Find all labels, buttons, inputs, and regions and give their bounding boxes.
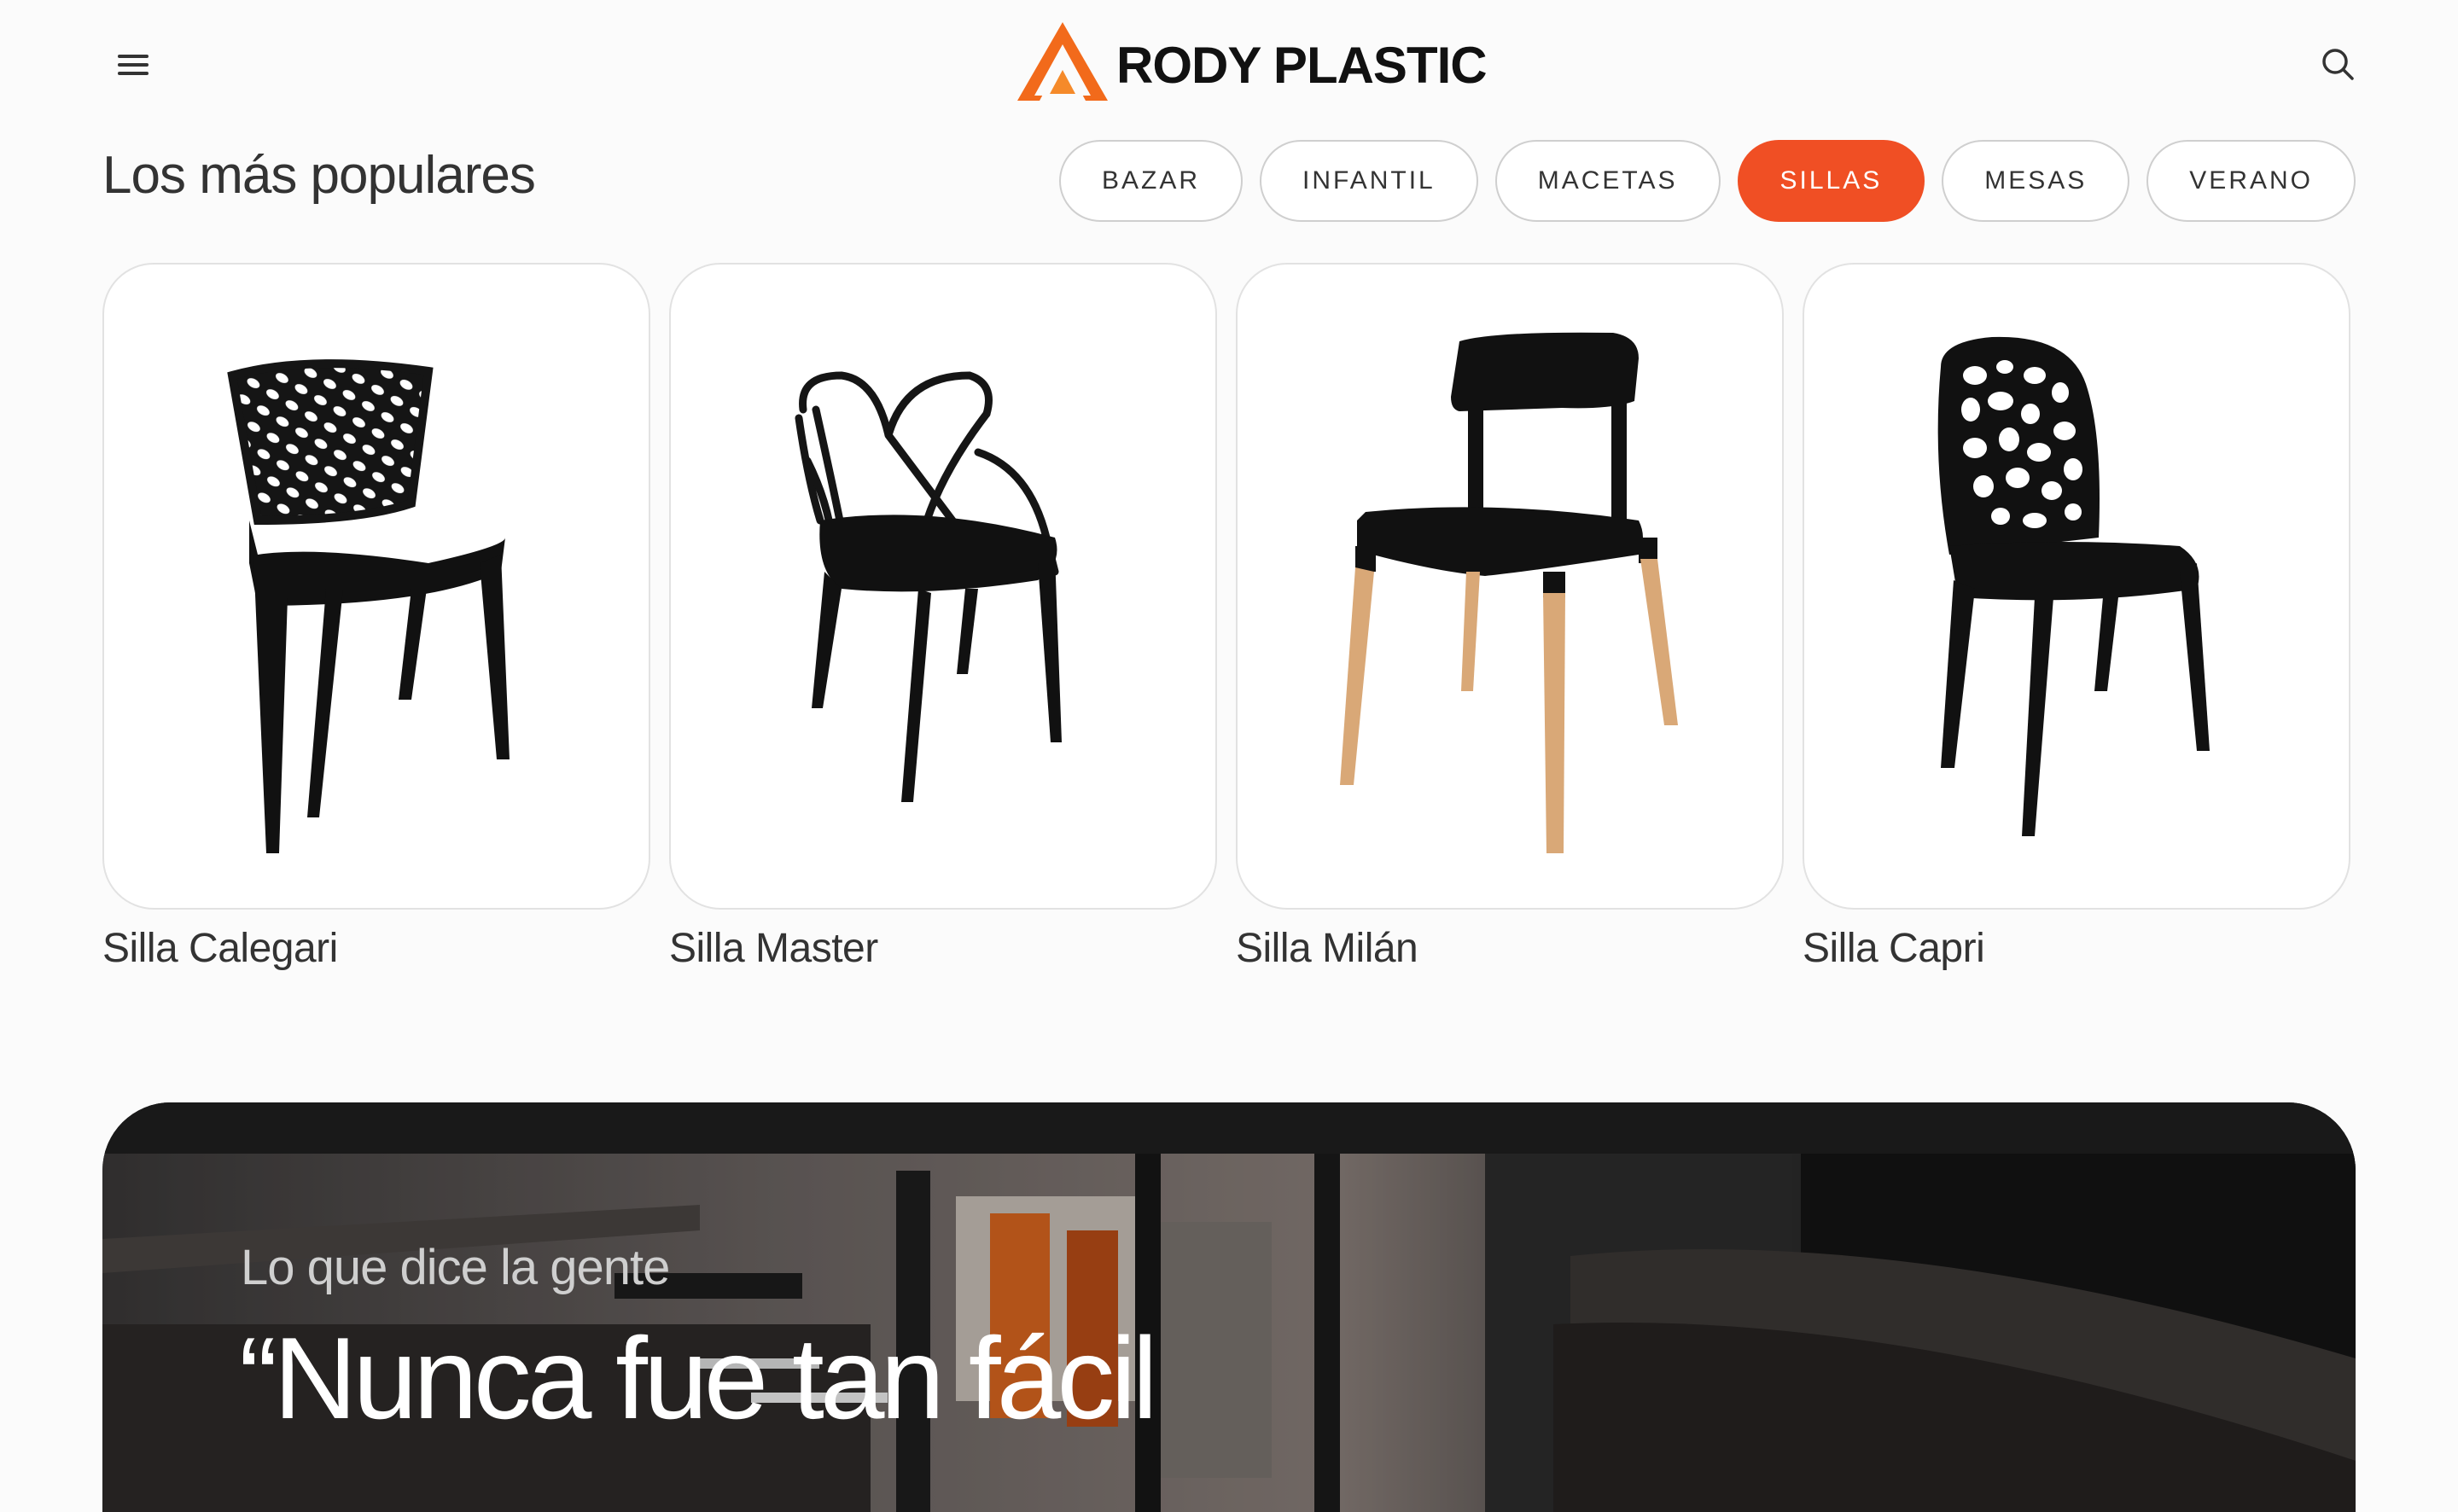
restaurant-background-image	[102, 1102, 2356, 1512]
brand-name: RODY PLASTIC	[1116, 37, 1488, 94]
product-image	[669, 263, 1217, 910]
chair-capri-image	[1937, 336, 2210, 836]
product-grid: Silla Calegari Silla Master Silla Milán …	[102, 263, 2350, 972]
category-filter: BAZAR INFANTIL MACETAS SILLAS MESAS VERA…	[1059, 140, 2356, 222]
product-card[interactable]: Silla Milán	[1236, 263, 1784, 972]
category-chip-sillas[interactable]: SILLAS	[1737, 140, 1925, 222]
chair-milan-image	[1340, 332, 1678, 853]
logo-mark-icon	[1017, 22, 1108, 101]
product-name: Silla Calegari	[102, 926, 338, 971]
chair-lattice-image	[227, 359, 510, 853]
product-card[interactable]: Silla Calegari	[102, 263, 650, 972]
category-chip-infantil[interactable]: INFANTIL	[1260, 140, 1478, 222]
product-card[interactable]: Silla Capri	[1803, 263, 2350, 972]
testimonial-banner: Lo que dice la gente “Nunca fue tan fáci…	[102, 1102, 2356, 1512]
section-title: Los más populares	[102, 146, 536, 205]
search-icon[interactable]	[2318, 44, 2359, 85]
category-chip-mesas[interactable]: MESAS	[1942, 140, 2130, 222]
category-chip-bazar[interactable]: BAZAR	[1059, 140, 1244, 222]
product-name: Silla Milán	[1236, 926, 1418, 971]
category-chip-verano[interactable]: VERANO	[2146, 140, 2356, 222]
brand-logo[interactable]: RODY PLASTIC	[1016, 19, 1488, 104]
product-image	[1236, 263, 1784, 910]
product-name: Silla Master	[669, 926, 878, 971]
product-image	[1803, 263, 2350, 910]
category-chip-macetas[interactable]: MACETAS	[1494, 140, 1721, 222]
chair-master-image	[795, 371, 1062, 802]
product-card[interactable]: Silla Master	[669, 263, 1217, 972]
site-header: RODY PLASTIC	[0, 0, 2458, 128]
testimonial-quote: “Nunca fue tan fácil	[239, 1313, 1158, 1443]
product-name: Silla Capri	[1803, 926, 1985, 971]
testimonial-kicker: Lo que dice la gente	[241, 1240, 670, 1295]
product-image	[102, 263, 650, 910]
hamburger-menu-icon[interactable]	[109, 48, 160, 82]
